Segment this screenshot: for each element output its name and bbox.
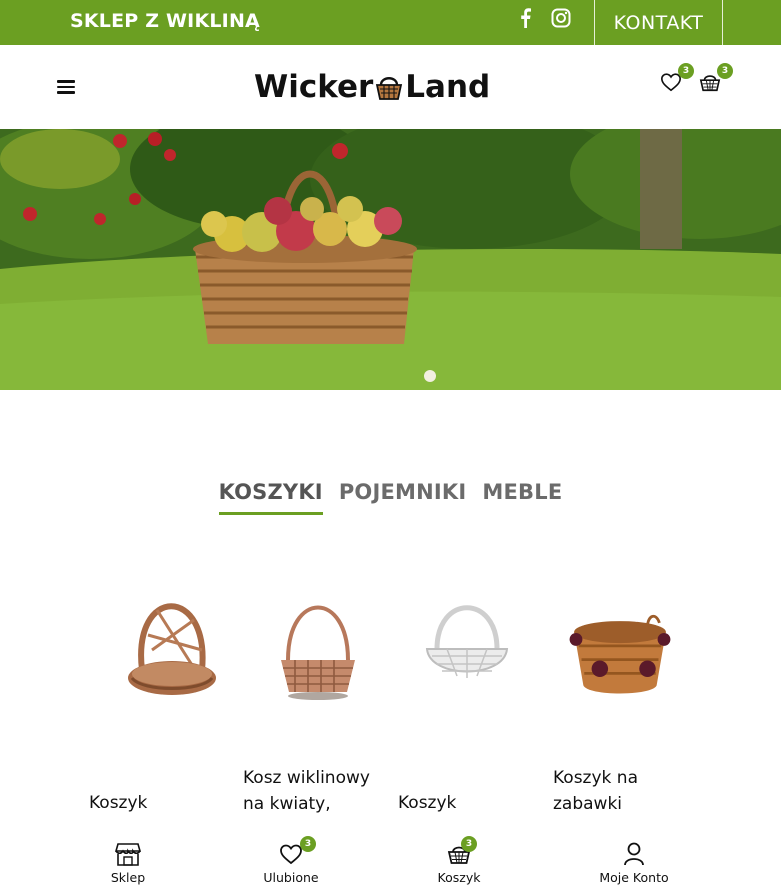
product-name[interactable]: Koszyk na zabawki — [553, 765, 703, 817]
logo-text-right: Land — [405, 69, 491, 105]
tab-koszyki[interactable]: KOSZYKI — [218, 480, 323, 515]
product-name[interactable]: Kosz wiklinowy na kwiaty, — [243, 765, 393, 817]
nav-favorites[interactable]: Ulubione — [231, 842, 351, 885]
top-bar: SKLEP Z WIKLINĄ KONTAKT — [0, 0, 781, 45]
tab-pojemniki[interactable]: POJEMNIKI — [339, 480, 467, 515]
shop-icon — [115, 843, 141, 866]
bottom-navigation: Sklep Ulubione 3 Koszyk 3 Moje Konto — [0, 832, 781, 896]
shop-tagline[interactable]: SKLEP Z WIKLINĄ — [70, 10, 260, 32]
logo-text-left: Wicker — [254, 69, 374, 105]
product-image[interactable] — [412, 594, 522, 704]
product-image[interactable] — [112, 590, 222, 700]
product-image[interactable] — [263, 600, 373, 710]
contact-link[interactable]: KONTAKT — [594, 0, 723, 45]
product-image[interactable] — [565, 600, 675, 710]
facebook-icon[interactable] — [518, 8, 532, 28]
product-name[interactable]: Koszyk — [89, 790, 239, 816]
cart-count-badge-bottom: 3 — [461, 836, 477, 852]
main-header: Wicker Land 3 3 — [0, 45, 781, 129]
user-icon — [624, 842, 644, 866]
tab-meble[interactable]: MEBLE — [482, 480, 562, 515]
site-logo[interactable]: Wicker Land — [254, 67, 490, 107]
nav-account[interactable]: Moje Konto — [574, 842, 694, 885]
nav-cart-label: Koszyk — [437, 870, 481, 885]
nav-shop-label: Sklep — [110, 870, 146, 885]
nav-account-label: Moje Konto — [599, 870, 669, 885]
nav-shop[interactable]: Sklep — [68, 842, 188, 885]
nav-favorites-label: Ulubione — [263, 870, 319, 885]
contact-label: KONTAKT — [613, 11, 704, 34]
nav-cart[interactable]: Koszyk — [399, 842, 519, 885]
wishlist-count-badge: 3 — [678, 63, 694, 79]
hero-banner[interactable] — [0, 129, 781, 390]
category-tabs: KOSZYKI POJEMNIKI MEBLE — [0, 480, 781, 515]
logo-basket-icon — [376, 77, 403, 100]
product-name[interactable]: Koszyk — [398, 790, 548, 816]
cart-count-badge: 3 — [717, 63, 733, 79]
product-list: Koszyk Kosz wiklinowy na kwiaty, Koszyk — [86, 590, 706, 830]
hero-basket-image — [0, 129, 781, 390]
favorites-count-badge: 3 — [300, 836, 316, 852]
instagram-icon[interactable] — [551, 8, 571, 28]
menu-icon[interactable] — [57, 80, 75, 94]
